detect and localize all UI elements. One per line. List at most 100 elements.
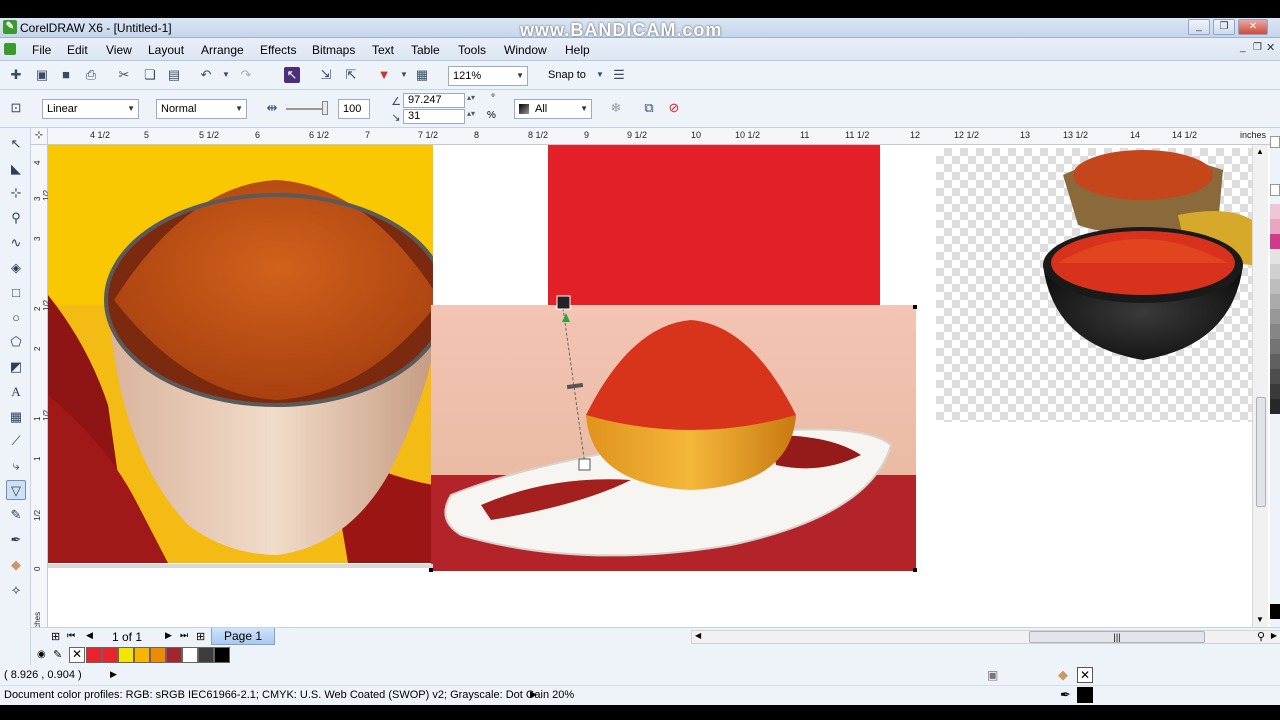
- palette-swatch[interactable]: [1270, 264, 1280, 279]
- palette-swatch[interactable]: [214, 647, 230, 663]
- edge-pad-spinner[interactable]: ▴▾: [467, 109, 475, 118]
- selection-handle[interactable]: [913, 305, 917, 309]
- no-fill-swatch[interactable]: [1270, 184, 1280, 196]
- transparency-slider-handle[interactable]: [322, 101, 328, 115]
- add-page-after-icon[interactable]: ⊞: [196, 630, 205, 643]
- no-color-swatch[interactable]: ✕: [69, 647, 85, 663]
- outline-pen-indicator-icon[interactable]: ✒: [1060, 687, 1071, 703]
- menu-text[interactable]: Text: [372, 43, 394, 57]
- palette-swatch[interactable]: [86, 647, 102, 663]
- palette-swatch[interactable]: [1270, 604, 1280, 619]
- ruler-origin[interactable]: ⊹: [31, 128, 48, 145]
- palette-swatch[interactable]: [1270, 369, 1280, 384]
- transparency-gradient-handle[interactable]: [553, 293, 598, 473]
- transparency-preset-icon[interactable]: ⊡: [8, 100, 24, 116]
- undo-dropdown-icon[interactable]: ▼: [218, 67, 234, 83]
- menu-table[interactable]: Table: [411, 43, 440, 57]
- smart-fill-icon[interactable]: ◈: [6, 258, 26, 278]
- new-icon[interactable]: ✚: [8, 67, 24, 83]
- no-fill-indicator[interactable]: ✕: [1077, 667, 1093, 683]
- menu-effects[interactable]: Effects: [260, 43, 296, 57]
- text-tool-icon[interactable]: A: [6, 382, 26, 402]
- palette-swatch[interactable]: [1270, 279, 1280, 294]
- fill-indicator-icon[interactable]: ◆: [1058, 667, 1068, 683]
- last-page-icon[interactable]: ⏭: [180, 630, 188, 641]
- close-button[interactable]: ✕: [1238, 19, 1268, 35]
- crop-tool-icon[interactable]: ⊹: [6, 183, 26, 203]
- palette-swatch[interactable]: [1270, 234, 1280, 249]
- merge-mode-dropdown[interactable]: Normal ▼: [156, 99, 247, 119]
- undo-icon[interactable]: ↶: [198, 67, 214, 83]
- palette-swatch[interactable]: [1270, 294, 1280, 309]
- shape-tool-icon[interactable]: ◣: [6, 159, 26, 179]
- basic-shapes-icon[interactable]: ◩: [6, 357, 26, 377]
- polygon-tool-icon[interactable]: ⬠: [6, 332, 26, 352]
- snap-dropdown-icon[interactable]: ▼: [592, 67, 608, 83]
- status-expand-icon[interactable]: ▶: [110, 669, 117, 680]
- palette-swatch[interactable]: [1270, 324, 1280, 339]
- copy-icon[interactable]: ❏: [142, 67, 158, 83]
- palette-swatch[interactable]: [1270, 204, 1280, 219]
- publish-dropdown-icon[interactable]: ▼: [396, 67, 412, 83]
- drawing-canvas[interactable]: [48, 145, 1270, 627]
- scroll-left-arrow[interactable]: ◀: [695, 631, 701, 640]
- color-profiles-text[interactable]: Document color profiles: RGB: sRGB IEC61…: [4, 689, 574, 701]
- transparency-type-dropdown[interactable]: Linear ▼: [42, 99, 139, 119]
- transparency-tool-icon[interactable]: ▽: [6, 480, 26, 500]
- interactive-fill-icon[interactable]: ⟡: [6, 580, 26, 600]
- palette-swatch[interactable]: [1270, 249, 1280, 264]
- parallel-dimension-icon[interactable]: ⟋: [6, 431, 26, 451]
- palette-swatch[interactable]: [1270, 384, 1280, 399]
- horizontal-ruler[interactable]: 4 1/2 5 5 1/2 6 6 1/2 7 7 1/2 8 8 1/2 9 …: [48, 128, 1270, 145]
- connector-icon[interactable]: ⤷: [6, 456, 26, 476]
- menu-file[interactable]: File: [32, 43, 51, 57]
- palette-swatch[interactable]: [1270, 339, 1280, 354]
- palette-swatch[interactable]: [198, 647, 214, 663]
- search-content-icon[interactable]: ↖: [284, 67, 300, 83]
- eyedropper-icon[interactable]: ✎: [6, 505, 26, 525]
- palette-swatch[interactable]: [1270, 219, 1280, 234]
- palette-swatch[interactable]: [1270, 399, 1280, 414]
- scroll-right-arrow[interactable]: ▶: [1271, 631, 1277, 640]
- palette-swatch[interactable]: [182, 647, 198, 663]
- palette-options-icon[interactable]: ◉: [37, 649, 46, 660]
- outline-color-indicator[interactable]: [1077, 687, 1093, 703]
- paste-icon[interactable]: ▤: [166, 67, 182, 83]
- angle-spinner[interactable]: ▴▾: [467, 93, 475, 102]
- copy-transparency-icon[interactable]: ⧉: [641, 100, 657, 116]
- first-page-icon[interactable]: ⏮: [67, 630, 75, 641]
- menu-view[interactable]: View: [106, 43, 132, 57]
- palette-swatch[interactable]: [1270, 354, 1280, 369]
- pick-tool-icon[interactable]: ↖: [6, 134, 26, 154]
- palette-swatch[interactable]: [102, 647, 118, 663]
- menu-bitmaps[interactable]: Bitmaps: [312, 43, 355, 57]
- doc-close-button[interactable]: ✕: [1266, 41, 1275, 54]
- spice-bowls-image[interactable]: [1038, 145, 1252, 367]
- transparency-value-input[interactable]: 100: [338, 99, 370, 119]
- palette-swatch[interactable]: [1270, 309, 1280, 324]
- open-icon[interactable]: ▣: [34, 67, 50, 83]
- minimize-button[interactable]: _: [1188, 19, 1210, 35]
- vertical-ruler[interactable]: 4 3 1/2 3 2 1/2 2 1 1/2 1 1/2 0 inches: [31, 145, 51, 635]
- horizontal-scrollbar[interactable]: ◀ ||| ▶: [691, 630, 1280, 644]
- menu-help[interactable]: Help: [565, 43, 590, 57]
- import-icon[interactable]: ⇲: [318, 67, 334, 83]
- chili-powder-bowl-image[interactable]: [48, 145, 433, 563]
- menu-edit[interactable]: Edit: [67, 43, 88, 57]
- restore-button[interactable]: ❐: [1213, 19, 1235, 35]
- menu-arrange[interactable]: Arrange: [201, 43, 244, 57]
- palette-swatch[interactable]: [166, 647, 182, 663]
- horizontal-scroll-thumb[interactable]: |||: [1029, 631, 1205, 643]
- redo-icon[interactable]: ↷: [238, 67, 254, 83]
- full-screen-icon[interactable]: ▦: [414, 67, 430, 83]
- zoom-level-dropdown[interactable]: 121% ▼: [448, 66, 528, 86]
- selection-handle[interactable]: [913, 568, 917, 572]
- vertical-scrollbar[interactable]: ▲ ▼: [1252, 145, 1268, 627]
- doc-restore-button[interactable]: ❐: [1253, 42, 1262, 53]
- freehand-tool-icon[interactable]: ∿: [6, 233, 26, 253]
- rectangle-tool-icon[interactable]: □: [6, 283, 26, 303]
- options-icon[interactable]: ☰: [611, 67, 627, 83]
- menu-layout[interactable]: Layout: [148, 43, 184, 57]
- selection-handle[interactable]: [429, 568, 433, 572]
- print-icon[interactable]: ⎙: [83, 67, 99, 83]
